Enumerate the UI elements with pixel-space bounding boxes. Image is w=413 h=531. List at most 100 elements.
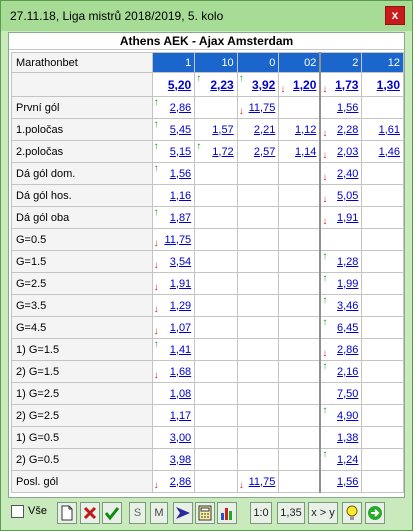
odds-cell[interactable]: 1,08 <box>151 382 196 405</box>
go-button[interactable] <box>365 502 385 524</box>
compare-button[interactable]: x > y <box>308 502 338 524</box>
odds-link[interactable]: 1,20 <box>293 78 316 92</box>
odds-link[interactable]: 3,54 <box>170 256 191 268</box>
odds-link[interactable]: 11,75 <box>164 234 191 246</box>
odds-link[interactable]: 1,38 <box>337 432 358 444</box>
odds-link[interactable]: 2,86 <box>170 476 191 488</box>
odds-cell[interactable]: ↑ 2,86 <box>151 96 196 119</box>
odds-link[interactable]: 2,03 <box>337 146 358 158</box>
odds-cell[interactable]: ↓ 2,03 <box>319 140 363 163</box>
odds-link[interactable]: 1,29 <box>170 300 191 312</box>
odds-link[interactable]: 1,91 <box>170 278 191 290</box>
odds-link[interactable]: 2,40 <box>337 168 358 180</box>
odds-link[interactable]: 1,08 <box>170 388 191 400</box>
odds-cell[interactable]: ↑ 1,41 <box>151 338 196 361</box>
ratio-button[interactable]: 1:0 <box>250 502 272 524</box>
odds-cell[interactable]: 2,21 <box>236 118 280 141</box>
odds-link[interactable]: 3,46 <box>337 300 358 312</box>
odds-link[interactable]: 2,23 <box>210 78 233 92</box>
odds-link[interactable]: 5,15 <box>170 146 191 158</box>
odds-link[interactable]: 2,57 <box>254 146 275 158</box>
odds-cell[interactable]: ↓ 1,20 <box>278 72 321 97</box>
odds-cell[interactable]: ↓ 2,28 <box>319 118 363 141</box>
odds-link[interactable]: 1,72 <box>212 146 233 158</box>
delete-button[interactable] <box>80 502 100 524</box>
odds-cell[interactable]: 2,57 <box>236 140 280 163</box>
all-checkbox[interactable] <box>11 505 24 518</box>
odds-cell[interactable]: ↓ 1,29 <box>151 294 196 317</box>
odds-link[interactable]: 1,57 <box>212 124 233 136</box>
odds-link[interactable]: 1,68 <box>170 366 191 378</box>
odds-cell[interactable]: ↓ 1,68 <box>151 360 196 383</box>
odds-cell[interactable]: ↑ 2,16 <box>319 360 363 383</box>
odds-cell[interactable]: ↑ 3,92 <box>236 72 280 97</box>
odds-cell[interactable]: 1,17 <box>151 404 196 427</box>
confirm-button[interactable] <box>102 502 122 524</box>
odds-cell[interactable]: 7,50 <box>319 382 363 405</box>
odds-cell[interactable]: ↓ 3,54 <box>151 250 196 273</box>
odds-cell[interactable]: ↑ 1,24 <box>319 448 363 471</box>
odds-link[interactable]: 1,30 <box>377 78 400 92</box>
odds-cell[interactable]: ↑ 4,90 <box>319 404 363 427</box>
odds-link[interactable]: 1,46 <box>379 146 400 158</box>
odds-link[interactable]: 1,07 <box>170 322 191 334</box>
odds-link[interactable]: 1,56 <box>170 168 191 180</box>
odds-cell[interactable]: 1,46 <box>361 140 404 163</box>
odds-cell[interactable]: ↑ 2,23 <box>194 72 238 97</box>
odds-cell[interactable]: 1,38 <box>319 426 363 449</box>
odds-link[interactable]: 1,99 <box>337 278 358 290</box>
odds-link[interactable]: 11,75 <box>249 102 276 114</box>
odds-cell[interactable]: 1,57 <box>194 118 238 141</box>
odds-link[interactable]: 6,45 <box>337 322 358 334</box>
odds-cell[interactable]: ↓ 2,40 <box>319 162 363 185</box>
odds-link[interactable]: 3,92 <box>252 78 275 92</box>
odds-cell[interactable]: 5,20 <box>151 72 196 97</box>
odds-cell[interactable]: ↓ 2,86 <box>319 338 363 361</box>
odds-link[interactable]: 1,91 <box>337 212 358 224</box>
odds-cell[interactable]: ↑ 1,99 <box>319 272 363 295</box>
odds-link[interactable]: 1,61 <box>379 124 400 136</box>
odds-cell[interactable]: ↓ 1,91 <box>319 206 363 229</box>
odds-cell[interactable]: ↓ 11,75 <box>236 470 280 493</box>
odds-cell[interactable]: ↑ 1,28 <box>319 250 363 273</box>
odds-cell[interactable]: 1,16 <box>151 184 196 207</box>
odds-link[interactable]: 1,12 <box>295 124 316 136</box>
odds-cell[interactable]: ↓ 11,75 <box>151 228 196 251</box>
odds-cell[interactable]: 1,61 <box>361 118 404 141</box>
odds-link[interactable]: 1,41 <box>170 344 191 356</box>
odds-link[interactable]: 1,73 <box>335 78 358 92</box>
odds-cell[interactable]: ↓ 11,75 <box>236 96 280 119</box>
odds-cell[interactable]: ↓ 1,73 <box>319 72 363 97</box>
odds-link[interactable]: 5,20 <box>168 78 191 92</box>
odds-link[interactable]: 7,50 <box>337 388 358 400</box>
odds-link[interactable]: 2,86 <box>337 344 358 356</box>
odds-link[interactable]: 1,87 <box>170 212 191 224</box>
odds-link[interactable]: 1,24 <box>337 454 358 466</box>
odds-link[interactable]: 5,05 <box>337 190 358 202</box>
odds-cell[interactable]: 1,56 <box>319 96 363 119</box>
calculator-button[interactable] <box>195 502 215 524</box>
odds-cell[interactable]: ↑ 6,45 <box>319 316 363 339</box>
s-button[interactable]: S <box>129 502 146 524</box>
odds-link[interactable]: 1,28 <box>337 256 358 268</box>
close-button[interactable]: x <box>385 6 405 25</box>
odds-link[interactable]: 3,98 <box>170 454 191 466</box>
odds-link[interactable]: 2,28 <box>337 124 358 136</box>
chart-button[interactable] <box>217 502 237 524</box>
odds-link[interactable]: 2,86 <box>170 102 191 114</box>
odds-cell[interactable]: ↓ 1,07 <box>151 316 196 339</box>
odds-link[interactable]: 2,16 <box>337 366 358 378</box>
odds-link[interactable]: 2,21 <box>254 124 275 136</box>
odds-cell[interactable]: ↑ 5,45 <box>151 118 196 141</box>
odds-cell[interactable]: ↓ 2,86 <box>151 470 196 493</box>
odds-cell[interactable]: 3,00 <box>151 426 196 449</box>
odds-cell[interactable]: ↓ 5,05 <box>319 184 363 207</box>
odds-cell[interactable]: 1,12 <box>278 118 321 141</box>
odds-link[interactable]: 1,56 <box>337 476 358 488</box>
odds-link[interactable]: 1,56 <box>337 102 358 114</box>
odds-cell[interactable]: ↑ 1,72 <box>194 140 238 163</box>
odds-cell[interactable]: 1,14 <box>278 140 321 163</box>
odds-cell[interactable]: ↑ 1,87 <box>151 206 196 229</box>
odds-link[interactable]: 5,45 <box>170 124 191 136</box>
odds-cell[interactable]: ↓ 1,91 <box>151 272 196 295</box>
